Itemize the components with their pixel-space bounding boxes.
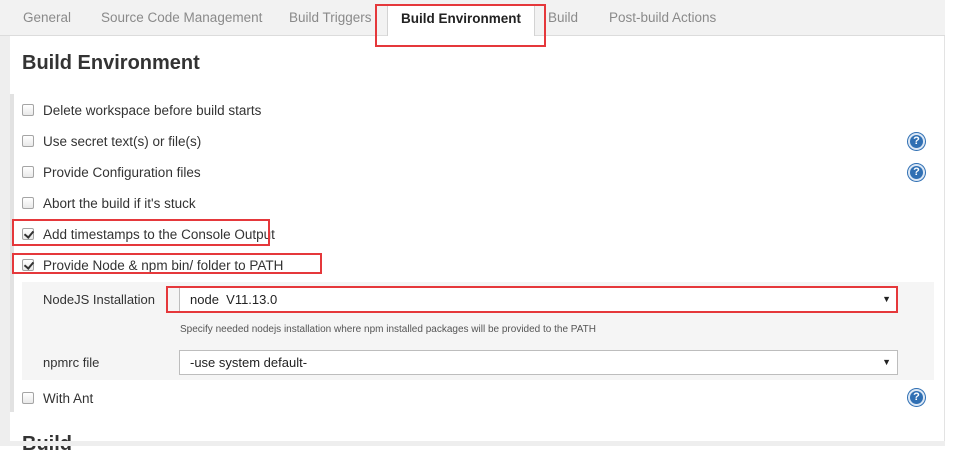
option-secret-files[interactable]: Use secret text(s) or file(s) xyxy=(22,131,201,151)
nodejs-installation-select[interactable]: node V11.13.0 ▼ xyxy=(179,287,898,312)
help-icon[interactable]: ? xyxy=(908,389,925,406)
nodejs-path-checkbox[interactable] xyxy=(22,259,34,271)
option-label: Provide Configuration files xyxy=(43,164,201,180)
option-label: Use secret text(s) or file(s) xyxy=(43,133,202,149)
tab-build-triggers[interactable]: Build Triggers xyxy=(289,0,372,36)
chevron-down-icon: ▼ xyxy=(882,294,891,304)
delete-workspace-checkbox[interactable] xyxy=(22,104,34,116)
secret-files-checkbox[interactable] xyxy=(22,135,34,147)
abort-stuck-checkbox[interactable] xyxy=(22,197,34,209)
section-indent-bar xyxy=(10,94,14,412)
option-label: Add timestamps to the Console Output xyxy=(43,226,275,242)
chevron-down-icon: ▼ xyxy=(882,357,891,367)
option-label: Delete workspace before build starts xyxy=(43,102,262,118)
option-delete-workspace[interactable]: Delete workspace before build starts xyxy=(22,100,261,120)
option-config-files[interactable]: Provide Configuration files xyxy=(22,162,201,182)
tab-source-code-management[interactable]: Source Code Management xyxy=(101,0,262,36)
tab-post-build-actions[interactable]: Post-build Actions xyxy=(609,0,716,36)
option-abort-stuck[interactable]: Abort the build if it's stuck xyxy=(22,193,196,213)
page-bottom-edge xyxy=(0,441,945,446)
npmrc-file-label: npmrc file xyxy=(43,355,100,370)
selected-value: -use system default- xyxy=(190,355,308,370)
help-icon[interactable]: ? xyxy=(908,133,925,150)
tab-general[interactable]: General xyxy=(23,0,71,36)
tab-build-environment[interactable]: Build Environment xyxy=(387,4,536,37)
help-icon[interactable]: ? xyxy=(908,164,925,181)
option-label: Provide Node & npm bin/ folder to PATH xyxy=(43,257,284,273)
option-label: Abort the build if it's stuck xyxy=(43,195,196,211)
config-files-checkbox[interactable] xyxy=(22,166,34,178)
option-with-ant[interactable]: With Ant xyxy=(22,388,93,408)
option-label: With Ant xyxy=(43,390,94,406)
section-title: Build Environment xyxy=(22,52,200,74)
tab-build[interactable]: Build xyxy=(548,0,578,36)
with-ant-checkbox[interactable] xyxy=(22,392,34,404)
npmrc-file-select[interactable]: -use system default- ▼ xyxy=(179,350,898,375)
nodejs-installation-label: NodeJS Installation xyxy=(43,292,156,307)
selected-value: node V11.13.0 xyxy=(190,292,278,307)
timestamps-checkbox[interactable] xyxy=(22,228,34,240)
tab-bar: General Source Code Management Build Tri… xyxy=(0,0,945,37)
option-timestamps[interactable]: Add timestamps to the Console Output xyxy=(22,224,275,244)
option-nodejs-path[interactable]: Provide Node & npm bin/ folder to PATH xyxy=(22,255,283,275)
nodejs-installation-hint: Specify needed nodejs installation where… xyxy=(180,324,596,335)
